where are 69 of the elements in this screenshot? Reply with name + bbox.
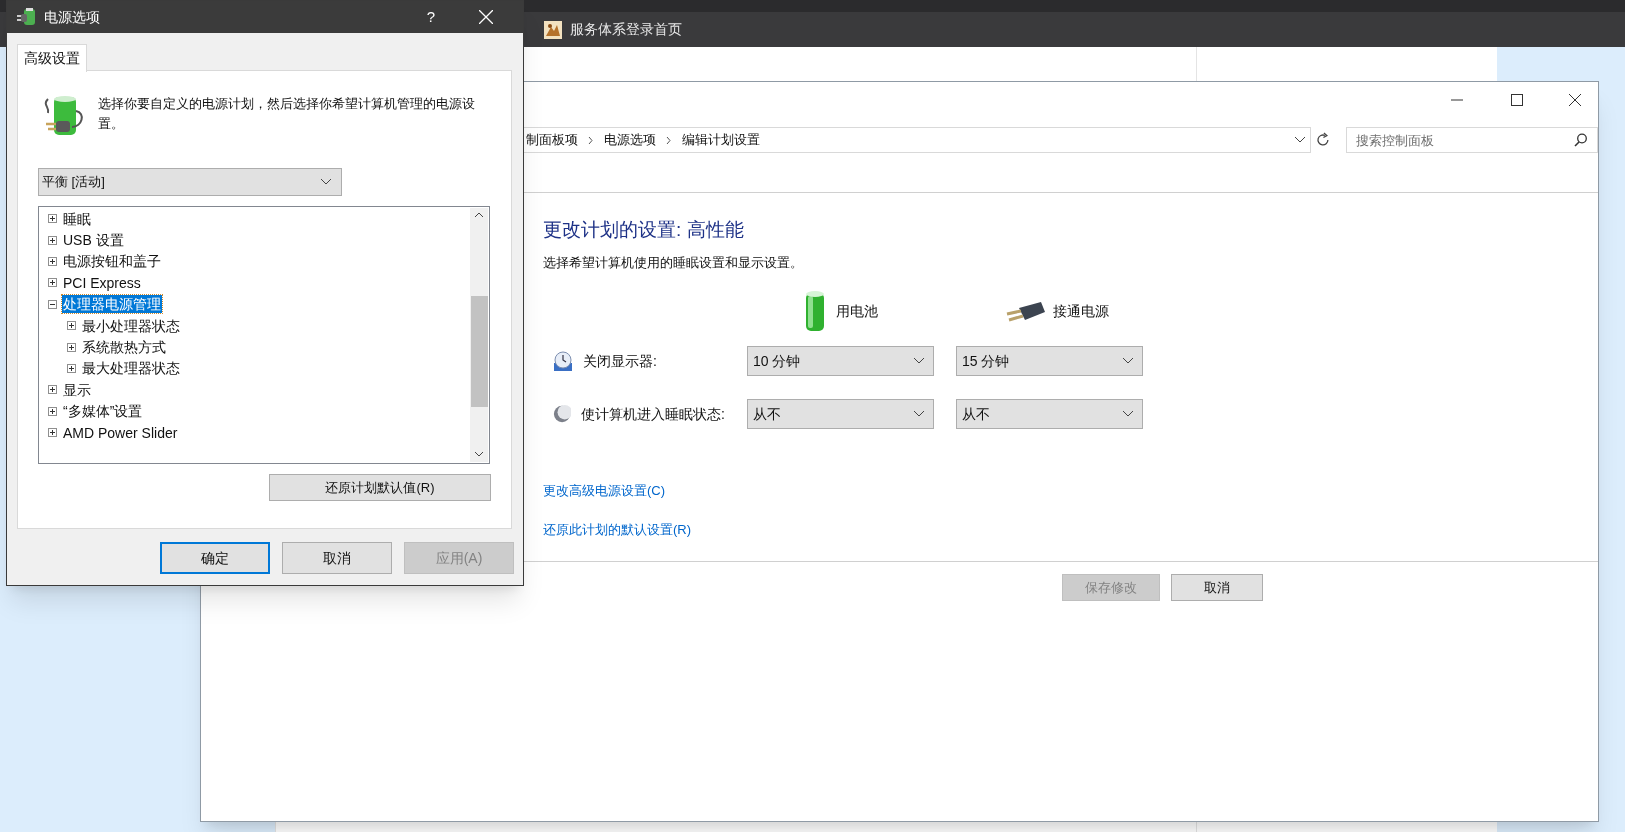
- expand-icon[interactable]: [67, 342, 76, 352]
- tree-item[interactable]: 最大处理器状态: [81, 359, 181, 378]
- plan-dropdown[interactable]: 平衡 [活动]: [38, 168, 342, 196]
- time-dropdown[interactable]: 从不: [747, 399, 934, 429]
- breadcrumb-item[interactable]: 编辑计划设置: [682, 130, 760, 150]
- chevron-down-icon: [1122, 357, 1134, 365]
- scroll-up-icon[interactable]: [474, 212, 484, 218]
- maximize-icon[interactable]: [1511, 94, 1523, 106]
- page-heading: 更改计划的设置: 高性能: [543, 218, 745, 242]
- expand-icon[interactable]: [48, 385, 57, 395]
- search-field[interactable]: 搜索控制面板: [1346, 127, 1598, 153]
- help-button[interactable]: ?: [426, 5, 435, 29]
- scrollbar[interactable]: [470, 208, 488, 462]
- scroll-down-icon[interactable]: [474, 451, 484, 457]
- tree-item[interactable]: PCI Express: [62, 273, 142, 292]
- expand-icon[interactable]: [48, 235, 57, 245]
- page-subtitle: 选择希望计算机使用的睡眠设置和显示设置。: [543, 254, 804, 272]
- chevron-down-icon: [1122, 410, 1134, 418]
- battery-icon: [803, 290, 826, 332]
- setting-label: 关闭显示器:: [583, 351, 657, 371]
- dialog-button[interactable]: 确定: [160, 542, 270, 574]
- time-dropdown[interactable]: 从不: [956, 399, 1143, 429]
- chevron-right-icon: [588, 135, 594, 145]
- refresh-icon[interactable]: [1315, 132, 1331, 148]
- settings-link[interactable]: 更改高级电源设置(C): [543, 481, 666, 501]
- scrollbar-thumb[interactable]: [470, 296, 488, 407]
- expand-icon[interactable]: [67, 363, 76, 373]
- tree-item[interactable]: 显示: [62, 380, 92, 399]
- expand-icon[interactable]: [48, 278, 57, 288]
- bookmark-link[interactable]: 服务体系登录首页: [570, 19, 682, 40]
- tree-item[interactable]: 处理器电源管理: [62, 295, 162, 314]
- chevron-down-icon: [913, 357, 925, 365]
- tree-item[interactable]: 最小处理器状态: [81, 316, 181, 335]
- setting-label: 使计算机进入睡眠状态:: [581, 404, 725, 424]
- breadcrumb-item[interactable]: 电源选项: [604, 130, 656, 150]
- expand-icon[interactable]: [48, 214, 57, 224]
- chevron-down-icon: [913, 410, 925, 418]
- tree-item[interactable]: 系统散热方式: [81, 338, 167, 357]
- power-plug-icon: [1004, 300, 1045, 322]
- dialog-title: 电源选项: [44, 7, 100, 27]
- time-dropdown[interactable]: 10 分钟: [747, 346, 934, 376]
- tree-item[interactable]: AMD Power Slider: [62, 423, 179, 442]
- tree-item[interactable]: 电源按钮和盖子: [62, 252, 162, 271]
- breadcrumb-item[interactable]: 制面板项: [526, 130, 578, 150]
- dialog-button[interactable]: 取消: [282, 542, 392, 574]
- settings-link[interactable]: 还原此计划的默认设置(R): [543, 519, 692, 539]
- collapse-icon[interactable]: [48, 299, 57, 309]
- restore-defaults-button[interactable]: 还原计划默认值(R): [269, 474, 491, 501]
- time-dropdown[interactable]: 15 分钟: [956, 346, 1143, 376]
- expand-icon[interactable]: [48, 406, 57, 416]
- chevron-down-icon: [320, 178, 332, 186]
- column-label: 接通电源: [1052, 301, 1109, 321]
- expand-icon[interactable]: [67, 321, 76, 331]
- clock-monitor-icon: [553, 351, 573, 371]
- bookmark-favicon-icon: [544, 20, 562, 39]
- tree-item[interactable]: 睡眠: [62, 209, 92, 228]
- tree-item[interactable]: USB 设置: [62, 231, 125, 250]
- tab[interactable]: 高级设置: [17, 44, 87, 72]
- search-icon: [1574, 133, 1588, 147]
- close-icon[interactable]: [1569, 94, 1581, 106]
- power-plug-icon: [16, 6, 38, 28]
- column-label: 用电池: [835, 301, 878, 321]
- tree-item[interactable]: “多媒体”设置: [62, 402, 144, 421]
- moon-icon: [553, 404, 572, 424]
- expand-icon[interactable]: [48, 428, 57, 438]
- chevron-down-icon[interactable]: [1294, 136, 1307, 144]
- chevron-right-icon: [666, 135, 672, 145]
- dialog-button[interactable]: 取消: [1171, 574, 1263, 601]
- expand-icon[interactable]: [48, 256, 57, 266]
